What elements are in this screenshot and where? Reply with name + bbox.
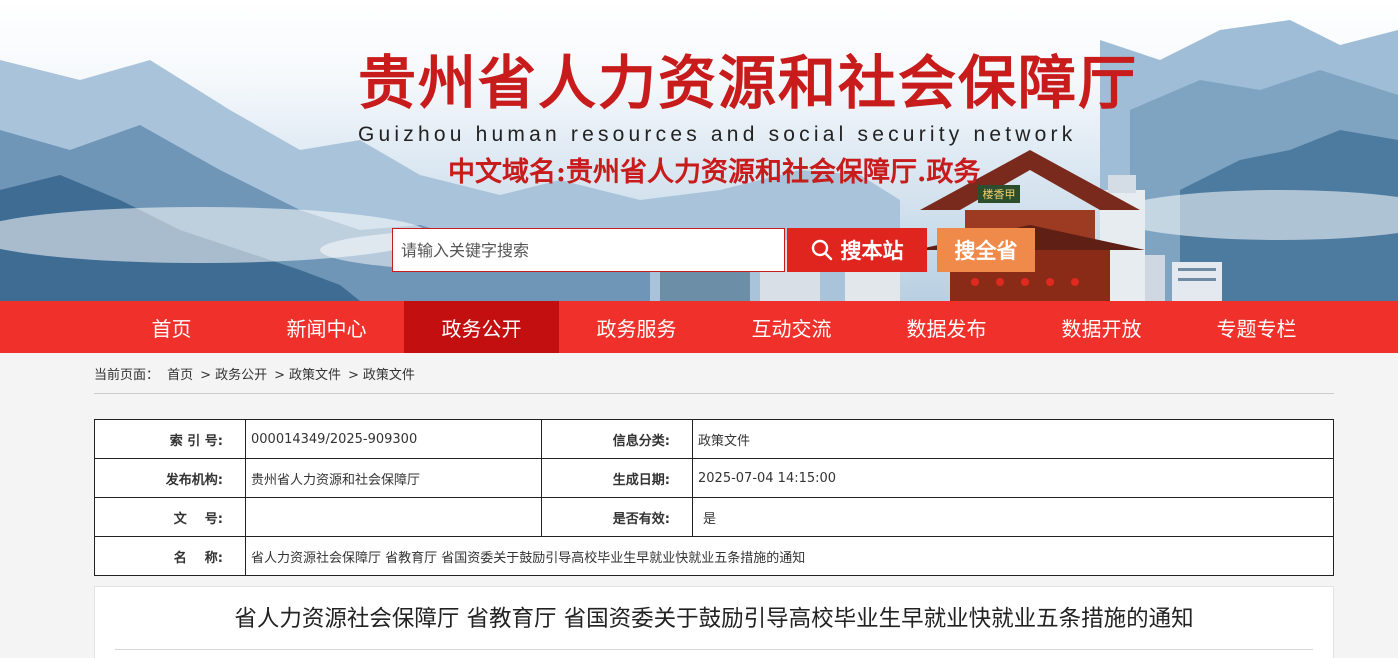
meta-value-category: 政策文件 (692, 419, 1334, 459)
nav-item-gov-info[interactable]: 政务公开 (404, 301, 559, 353)
table-row: 文 号: 是否有效: 是 (94, 497, 1334, 537)
search-site-label: 搜本站 (840, 238, 904, 263)
main-nav: 首页 新闻中心 政务公开 政务服务 互动交流 数据发布 数据开放 专题专栏 (0, 301, 1398, 353)
meta-label-index: 索 引 号: (94, 419, 246, 459)
breadcrumb-item-home[interactable]: 首页 (167, 368, 193, 383)
site-title: 贵州省人力资源和社会保障厅 (358, 49, 1139, 117)
site-domain: 中文域名:贵州省人力资源和社会保障厅.政务 (448, 157, 981, 188)
breadcrumb-separator: > (274, 368, 285, 383)
meta-value-date: 2025-07-04 14:15:00 (692, 458, 1334, 498)
document-meta-table: 索 引 号: 000014349/2025-909300 信息分类: 政策文件 … (94, 419, 1334, 576)
meta-value-publisher: 贵州省人力资源和社会保障厅 (245, 458, 542, 498)
article-title-divider (115, 649, 1313, 650)
nav-item-data-open[interactable]: 数据开放 (1024, 301, 1179, 353)
meta-label-docno: 文 号: (94, 497, 246, 537)
table-row: 名 称: 省人力资源社会保障厅 省教育厅 省国资委关于鼓励引导高校毕业生早就业快… (94, 536, 1334, 576)
nav-item-home[interactable]: 首页 (94, 301, 249, 353)
breadcrumb-item-policy[interactable]: 政策文件 (289, 368, 341, 383)
meta-label-category: 信息分类: (541, 419, 693, 459)
breadcrumb-item-gov-info[interactable]: 政务公开 (215, 368, 267, 383)
nav-item-special[interactable]: 专题专栏 (1179, 301, 1334, 353)
breadcrumb-item-policy-current[interactable]: 政策文件 (363, 368, 415, 383)
meta-value-name: 省人力资源社会保障厅 省教育厅 省国资委关于鼓励引导高校毕业生早就业快就业五条措… (245, 536, 1334, 576)
tower-sign-text: 楼香甲 (983, 187, 1016, 201)
breadcrumb-prefix: 当前页面： (94, 368, 160, 383)
nav-item-gov-service[interactable]: 政务服务 (559, 301, 714, 353)
table-row: 发布机构: 贵州省人力资源和社会保障厅 生成日期: 2025-07-04 14:… (94, 458, 1334, 498)
header-banner: 楼香甲 贵州省人力资源和社会保障厅 Guizhou human resource… (0, 0, 1398, 301)
search-province-button[interactable]: 搜全省 (937, 228, 1035, 272)
nav-item-data-release[interactable]: 数据发布 (869, 301, 1024, 353)
search-input[interactable] (392, 228, 785, 272)
breadcrumb: 当前页面： 首页 > 政务公开 > 政策文件 > 政策文件 (94, 364, 419, 383)
search-icon (811, 239, 832, 261)
meta-label-valid: 是否有效: (541, 497, 693, 537)
site-subtitle: Guizhou human resources and social secur… (358, 123, 1077, 146)
meta-value-docno (245, 497, 542, 537)
meta-label-publisher: 发布机构: (94, 458, 246, 498)
table-row: 索 引 号: 000014349/2025-909300 信息分类: 政策文件 (94, 419, 1334, 459)
meta-value-index: 000014349/2025-909300 (245, 419, 542, 459)
breadcrumb-divider (94, 393, 1334, 394)
article-title: 省人力资源社会保障厅 省教育厅 省国资委关于鼓励引导高校毕业生早就业快就业五条措… (234, 606, 1194, 632)
breadcrumb-separator: > (200, 368, 212, 383)
meta-label-name: 名 称: (94, 536, 246, 576)
article-panel: 省人力资源社会保障厅 省教育厅 省国资委关于鼓励引导高校毕业生早就业快就业五条措… (94, 586, 1334, 658)
nav-item-news[interactable]: 新闻中心 (249, 301, 404, 353)
search-site-button[interactable]: 搜本站 (787, 228, 927, 272)
meta-label-date: 生成日期: (541, 458, 693, 498)
nav-item-interaction[interactable]: 互动交流 (714, 301, 869, 353)
breadcrumb-separator: > (348, 368, 359, 383)
meta-value-valid: 是 (692, 497, 1334, 537)
